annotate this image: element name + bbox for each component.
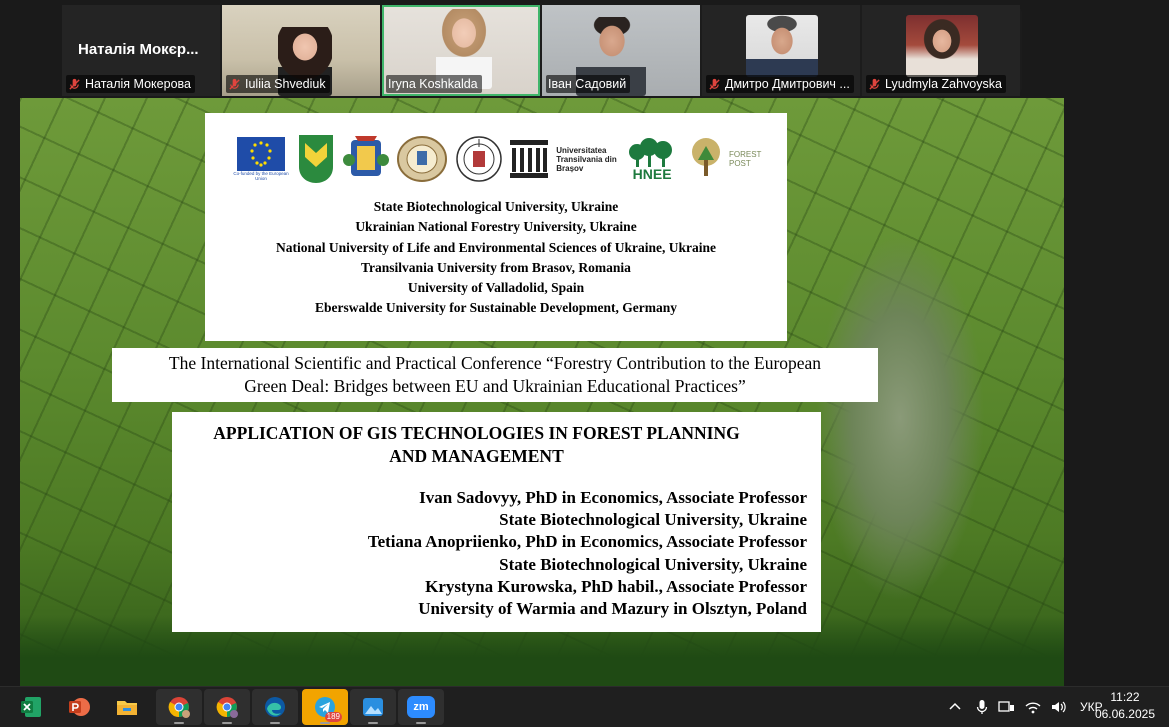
university-line: State Biotechnological University, Ukrai… (373, 199, 619, 214)
eu-logo-text: Co-funded by the European Union (233, 171, 289, 181)
clock-time: 11:22 (1110, 690, 1140, 704)
seal-logo (396, 133, 447, 185)
participant-name-large: Наталія Мокєр... (78, 41, 199, 58)
excel-button[interactable] (8, 689, 54, 725)
columns-logo (510, 133, 549, 185)
chrome-profile-2-icon (216, 697, 238, 718)
author-line: Krystyna Kurowska, PhD habil., Associate… (425, 576, 807, 596)
mic-muted-icon (229, 78, 240, 90)
participant-label: Дмитро Дмитрович ... (706, 75, 854, 93)
authors-list: Ivan Sadovyy, PhD in Economics, Associat… (368, 487, 807, 620)
transilvania-logo-text: Universitatea Transilvania din Brașov (556, 145, 617, 173)
photos-icon (363, 698, 383, 716)
participant-name: Iuliia Shvediuk (245, 77, 326, 91)
logos-panel: Co-funded by the European Union Universi… (205, 113, 787, 341)
chevron-up-icon[interactable] (948, 700, 962, 714)
system-tray: УКР (948, 687, 1103, 727)
zoom-icon: zm (407, 696, 435, 718)
participant-tile-5[interactable]: Дмитро Дмитрович ... (702, 5, 860, 96)
mic-muted-icon (709, 78, 720, 90)
participant-tile-3[interactable]: Iryna Koshkalda (382, 5, 540, 96)
paper-title-line: AND MANAGEMENT (389, 446, 564, 466)
paper-title-line: APPLICATION OF GIS TECHNOLOGIES IN FORES… (213, 423, 740, 443)
logo-row: Co-funded by the European Union Universi… (233, 131, 762, 187)
university-line: Ukrainian National Forestry University, … (355, 219, 637, 235)
hnee-logo-text: HNEE (632, 165, 672, 182)
participant-tile-1[interactable]: Наталія Мокєр... Наталія Мокерова (62, 5, 220, 96)
affiliation-line: University of Warmia and Mazury in Olszt… (418, 599, 807, 619)
participant-name: Lyudmyla Zahvoyska (885, 77, 1002, 91)
unread-badge: 189 (324, 712, 342, 722)
powerpoint-icon (69, 698, 90, 716)
coat-of-arms-logo (342, 133, 389, 185)
transilvania-logo: Universitatea Transilvania din Brașov (556, 133, 618, 185)
eu-logo: Co-funded by the European Union (233, 133, 289, 185)
university-line: University of Valladolid, Spain (407, 280, 585, 296)
shared-screen: Co-funded by the European Union Universi… (20, 98, 1064, 686)
participant-label: Іван Садовий (546, 75, 631, 93)
participant-label: Lyudmyla Zahvoyska (866, 75, 1006, 93)
participant-label: Iuliia Shvediuk (226, 75, 330, 93)
zoom-icon-label: zm (413, 701, 429, 713)
university-line: Eberswalde University for Sustainable De… (315, 300, 677, 316)
university-line: National University of Life and Environm… (276, 239, 716, 255)
telegram-button[interactable]: 189 (302, 689, 348, 725)
wifi-icon[interactable] (1024, 700, 1042, 714)
participant-label: Наталія Мокерова (66, 75, 195, 93)
participant-name: Дмитро Дмитрович ... (725, 77, 850, 91)
chrome-profile-1-button[interactable] (156, 689, 202, 725)
participant-name: Іван Садовий (548, 77, 627, 91)
author-line: Ivan Sadovyy, PhD in Economics, Associat… (419, 488, 807, 507)
paper-info-box: APPLICATION OF GIS TECHNOLOGIES IN FORES… (172, 412, 821, 632)
hnee-logo: HNEE (626, 133, 678, 185)
participant-tile-6[interactable]: Lyudmyla Zahvoyska (862, 5, 1020, 96)
participant-tile-2[interactable]: Iuliia Shvediuk (222, 5, 380, 96)
device-icon[interactable] (998, 700, 1016, 714)
conference-title-box: The International Scientific and Practic… (112, 348, 878, 402)
participant-avatar-photo (746, 15, 818, 77)
participant-strip: Наталія Мокєр... Наталія Мокерова Iuliia… (62, 5, 1022, 96)
participant-name: Iryna Koshkalda (388, 77, 478, 91)
participant-label: Iryna Koshkalda (386, 75, 482, 93)
affiliation-line: State Biotechnological University, Ukrai… (499, 554, 807, 574)
file-explorer-button[interactable] (104, 689, 150, 725)
microphone-icon[interactable] (976, 699, 988, 715)
paper-title: APPLICATION OF GIS TECHNOLOGIES IN FORES… (172, 422, 781, 468)
powerpoint-button[interactable] (56, 689, 102, 725)
photos-button[interactable] (350, 689, 396, 725)
author-line: Tetiana Anopriienko, PhD in Economics, A… (367, 532, 807, 552)
clock-date: 06.06.2025 (1094, 707, 1155, 721)
forest-post-logo: FOREST POST (686, 133, 762, 185)
conference-title-line: The International Scientific and Practic… (168, 353, 822, 373)
file-explorer-icon (117, 701, 137, 715)
edge-icon (265, 697, 285, 717)
clock[interactable]: 11:22 06.06.2025 (1095, 689, 1155, 723)
affiliation-line: State Biotechnological University, Ukrai… (499, 510, 807, 530)
excel-icon (21, 697, 41, 717)
edge-button[interactable] (252, 689, 298, 725)
volume-icon[interactable] (1050, 700, 1068, 714)
university-list: State Biotechnological University, Ukrai… (205, 197, 787, 319)
mic-muted-icon (869, 78, 880, 90)
chrome-profile-2-button[interactable] (204, 689, 250, 725)
participant-name: Наталія Мокерова (85, 77, 191, 91)
university-line: Transilvania University from Brasov, Rom… (361, 259, 631, 275)
natu-logo (297, 133, 335, 185)
taskbar: 189 zm УКР 11:22 06.06.2025 (0, 686, 1169, 727)
mic-muted-icon (69, 78, 80, 90)
forest-post-logo-text: FOREST POST (729, 150, 762, 168)
valladolid-logo (455, 133, 503, 185)
chrome-profile-1-icon (168, 697, 190, 718)
conference-title-line: Green Deal: Bridges between EU and Ukrai… (244, 376, 746, 396)
participant-tile-4[interactable]: Іван Садовий (542, 5, 700, 96)
zoom-button[interactable]: zm (398, 689, 444, 725)
participant-avatar-photo (906, 15, 978, 77)
